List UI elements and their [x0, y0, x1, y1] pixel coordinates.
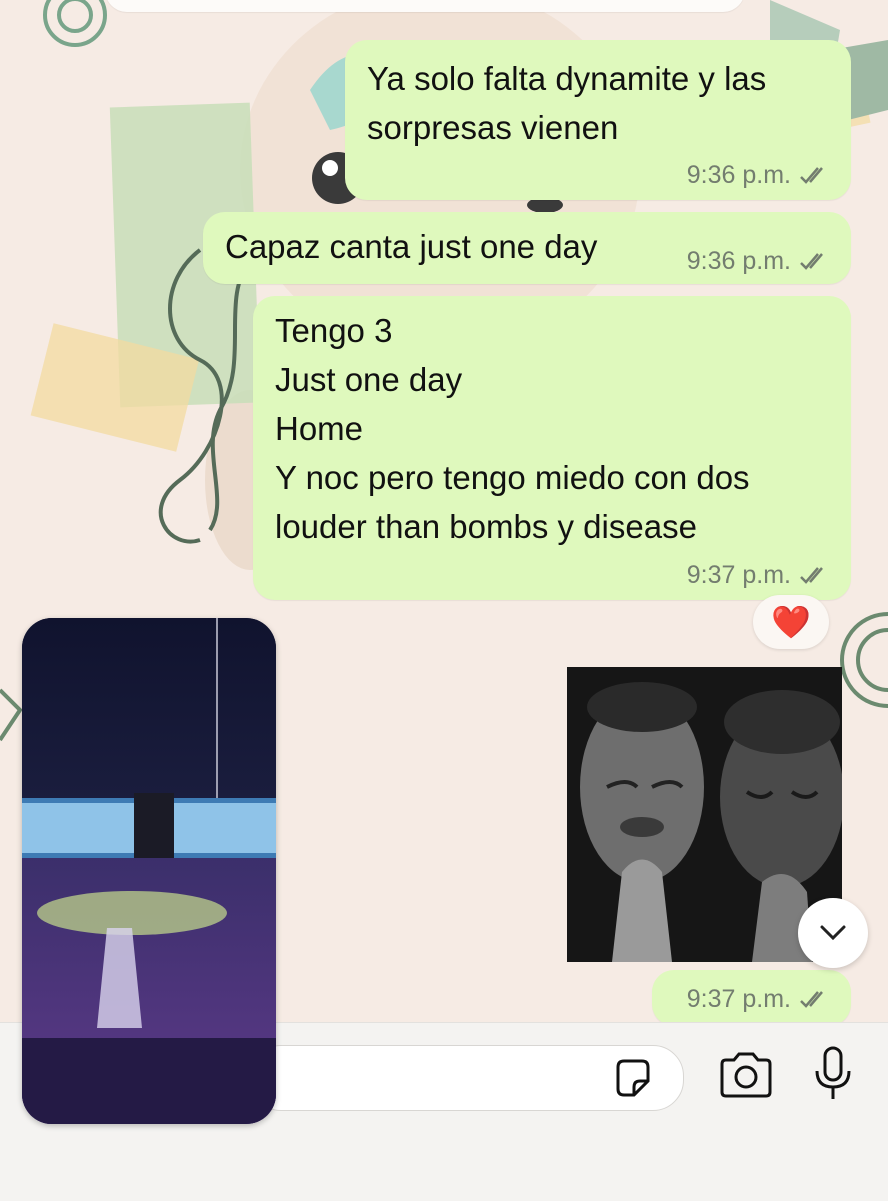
read-receipt-icon [800, 990, 823, 1008]
message-meta: 9:37 p.m. [687, 985, 831, 1014]
message-time: 9:36 p.m. [686, 161, 791, 189]
message-bubble[interactable]: 9:37 p.m. [652, 970, 851, 1026]
scroll-down-button[interactable] [798, 898, 868, 968]
message-bubble[interactable]: Ya solo falta dynamite y las sorpresas v… [345, 40, 851, 200]
sticker-icon[interactable] [612, 1057, 654, 1099]
concert-stage-icon [22, 618, 276, 1124]
concert-video-thumbnail[interactable] [22, 618, 276, 1124]
message-bubble-partial[interactable] [105, 0, 745, 12]
read-receipt-icon [800, 166, 823, 184]
camera-icon[interactable] [718, 1050, 774, 1100]
heart-icon: ❤️ [771, 604, 811, 640]
heart-reaction[interactable]: ❤️ [753, 595, 829, 649]
microphone-icon[interactable] [812, 1045, 854, 1103]
message-text: Tengo 3 Just one day Home Y noc pero ten… [275, 312, 750, 545]
message-meta: 9:36 p.m. [687, 161, 831, 190]
read-receipt-icon [800, 566, 823, 584]
message-meta: 9:37 p.m. [687, 561, 831, 590]
message-meta: 9:36 p.m. [687, 247, 831, 276]
message-text: Ya solo falta dynamite y las sorpresas v… [367, 60, 767, 146]
message-bubble[interactable]: Tengo 3 Just one day Home Y noc pero ten… [253, 296, 851, 600]
message-text: Capaz canta just one day [225, 228, 598, 265]
message-time: 9:37 p.m. [686, 561, 791, 589]
message-bubble[interactable]: Capaz canta just one day 9:36 p.m. [203, 212, 851, 284]
message-time: 9:37 p.m. [686, 985, 791, 1013]
read-receipt-icon [800, 252, 823, 270]
message-time: 9:36 p.m. [686, 247, 791, 275]
chevron-down-icon [820, 925, 846, 941]
